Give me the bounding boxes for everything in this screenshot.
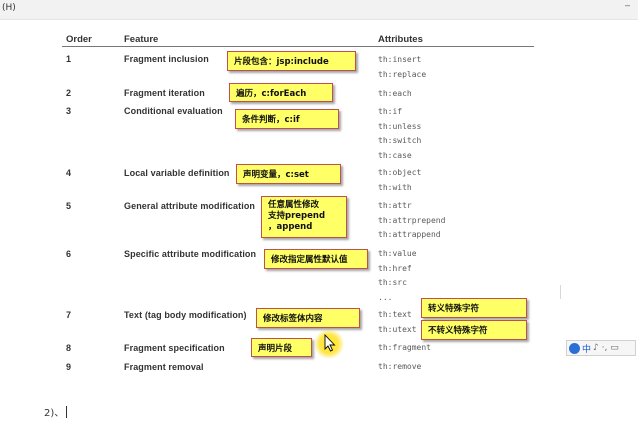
row-1-order: 1 — [66, 54, 72, 64]
row-6-order: 6 — [66, 249, 72, 259]
ime-extras[interactable]: ♪ ·, ▭ — [593, 343, 619, 353]
mouse-pointer-icon — [324, 334, 336, 352]
row-4-order: 4 — [66, 168, 72, 178]
document-line[interactable]: 2)、 — [44, 404, 68, 419]
ime-language[interactable]: 中 — [582, 342, 591, 355]
attr-item: th:href — [378, 263, 412, 273]
header-order: Order — [66, 34, 92, 45]
note-escape: 转义特殊字符 — [421, 298, 527, 318]
row-6-feature: Specific attribute modification — [124, 249, 257, 259]
attr-item: th:with — [378, 182, 412, 192]
row-1-feature: Fragment inclusion — [124, 54, 209, 64]
attr-item: th:attr — [378, 201, 412, 210]
top-toolbar: (H) – — [0, 0, 638, 20]
row-1-attributes: th:insert th:replace — [378, 53, 426, 82]
attr-item: th:each — [378, 89, 412, 98]
row-2-feature: Fragment iteration — [124, 88, 205, 98]
row-9-order: 9 — [66, 362, 72, 372]
row-3-order: 3 — [66, 106, 72, 116]
note-fragment-iteration: 遍历，c:forEach — [229, 83, 333, 102]
row-9-feature: Fragment removal — [124, 362, 204, 372]
attr-item: th:value — [378, 249, 417, 258]
header-feature: Feature — [124, 34, 159, 45]
row-5-attributes: th:attr th:attrprepend th:attrappend — [378, 199, 445, 243]
row-7-attributes: th:text th:utext — [378, 308, 417, 337]
attr-item: th:if — [378, 107, 403, 116]
note-conditional: 条件判断，c:if — [235, 109, 339, 129]
help-menu[interactable]: (H) — [2, 3, 16, 13]
ime-toolbar[interactable]: 中 ♪ ·, ▭ — [566, 340, 636, 356]
attr-item: th:remove — [378, 362, 422, 371]
note-local-variable: 声明变量，c:set — [236, 164, 341, 184]
attr-item: th:switch — [378, 136, 422, 145]
note-no-escape: 不转义特殊字符 — [421, 320, 527, 340]
note-text-modification: 修改标签体内容 — [256, 308, 360, 328]
note-fragment-inclusion: 片段包含：jsp:include — [227, 51, 356, 71]
row-5-order: 5 — [66, 201, 72, 211]
attr-item: th:unless — [378, 121, 422, 131]
attr-item: th:attrprepend — [378, 215, 446, 225]
note-general-attribute: 任意属性修改 支持prepend ，append — [261, 196, 347, 238]
row-7-feature: Text (tag body modification) — [124, 310, 247, 320]
header-attributes: Attributes — [378, 34, 423, 45]
attr-item: th:fragment — [378, 343, 431, 352]
row-2-order: 2 — [66, 88, 72, 98]
row-5-feature: General attribute modification — [124, 201, 256, 211]
row-7-order: 7 — [66, 310, 72, 320]
row-8-attributes: th:fragment — [378, 341, 431, 356]
attr-item: th:object — [378, 168, 422, 177]
text-caret — [66, 406, 68, 418]
attr-item: th:attrappend — [378, 230, 441, 239]
attr-item: ... — [378, 292, 393, 302]
row-2-attributes: th:each — [378, 87, 412, 102]
line-text: 2)、 — [44, 408, 65, 419]
row-3-attributes: th:if th:unless th:switch th:case — [378, 105, 421, 163]
attr-item: th:text — [378, 310, 412, 319]
attr-item: th:replace — [378, 69, 427, 79]
attr-item: th:utext — [378, 324, 417, 334]
row-6-attributes: th:value th:href th:src ... — [378, 247, 417, 305]
note-fragment-spec: 声明片段 — [251, 338, 312, 357]
row-4-attributes: th:object th:with — [378, 166, 421, 195]
note-specific-attribute: 修改指定属性默认值 — [264, 249, 368, 269]
row-8-order: 8 — [66, 343, 72, 353]
ime-logo-icon — [569, 342, 580, 354]
row-8-feature: Fragment specification — [124, 343, 225, 353]
header-rule — [62, 46, 534, 47]
row-9-attributes: th:remove — [378, 360, 421, 375]
attr-item: th:insert — [378, 55, 422, 64]
divider — [560, 285, 561, 299]
note-line: ，append — [268, 222, 313, 232]
note-line: 支持prepend — [268, 211, 326, 221]
note-line: 任意属性修改 — [268, 200, 320, 210]
attr-item: th:case — [378, 150, 412, 160]
minimize-icon[interactable]: – — [625, 0, 630, 10]
attr-item: th:src — [378, 278, 407, 287]
row-4-feature: Local variable definition — [124, 168, 230, 178]
row-3-feature: Conditional evaluation — [124, 106, 223, 116]
